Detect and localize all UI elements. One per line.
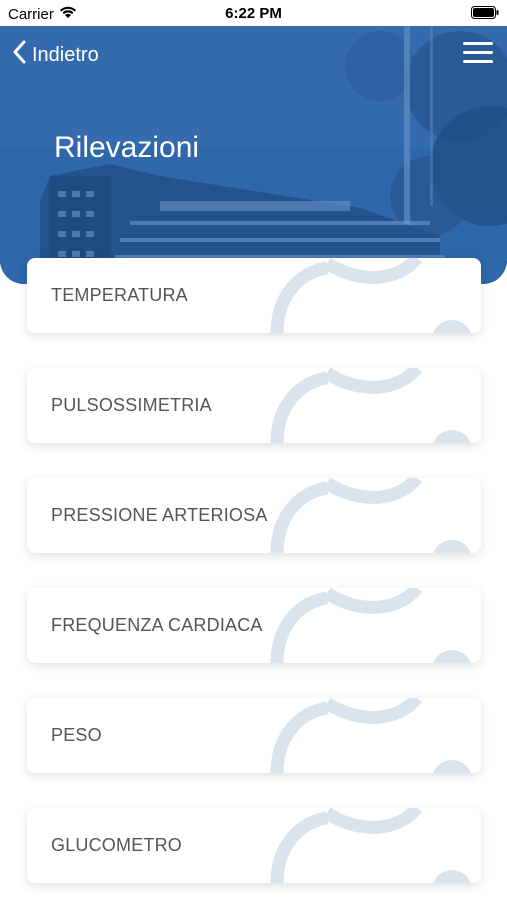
chevron-left-icon (12, 40, 26, 70)
decorative-arc-icon (270, 588, 471, 663)
back-button[interactable]: Indietro (12, 40, 99, 70)
battery-icon (471, 6, 499, 23)
list-item-temperatura[interactable]: TEMPERATURA (27, 258, 481, 333)
decorative-arc-icon (270, 478, 471, 553)
list-item-frequenza-cardiaca[interactable]: FREQUENZA CARDIACA (27, 588, 481, 663)
header-banner: Indietro Rilevazioni (0, 26, 507, 284)
decorative-arc-icon (270, 698, 471, 773)
decorative-arc-icon (270, 808, 471, 883)
list-item-label: FREQUENZA CARDIACA (51, 615, 263, 635)
list-item-pulsossimetria[interactable]: PULSOSSIMETRIA (27, 368, 481, 443)
decorative-arc-icon (270, 368, 471, 443)
status-time: 6:22 PM (225, 5, 282, 22)
page-title: Rilevazioni (54, 131, 200, 164)
list-item-glucometro[interactable]: GLUCOMETRO (27, 808, 481, 883)
decorative-arc-icon (270, 258, 471, 333)
back-button-label: Indietro (32, 43, 99, 66)
list-item-label: PRESSIONE ARTERIOSA (51, 505, 268, 525)
list-item-label: PESO (51, 725, 102, 745)
list-item-label: PULSOSSIMETRIA (51, 395, 212, 415)
list-item-label: TEMPERATURA (51, 285, 188, 305)
status-bar: Carrier 6:22 PM (0, 0, 507, 26)
hamburger-menu-icon[interactable] (463, 42, 493, 64)
list-item-peso[interactable]: PESO (27, 698, 481, 773)
list-item-label: GLUCOMETRO (51, 835, 183, 855)
list-item-pressione-arteriosa[interactable]: PRESSIONE ARTERIOSA (27, 478, 481, 553)
